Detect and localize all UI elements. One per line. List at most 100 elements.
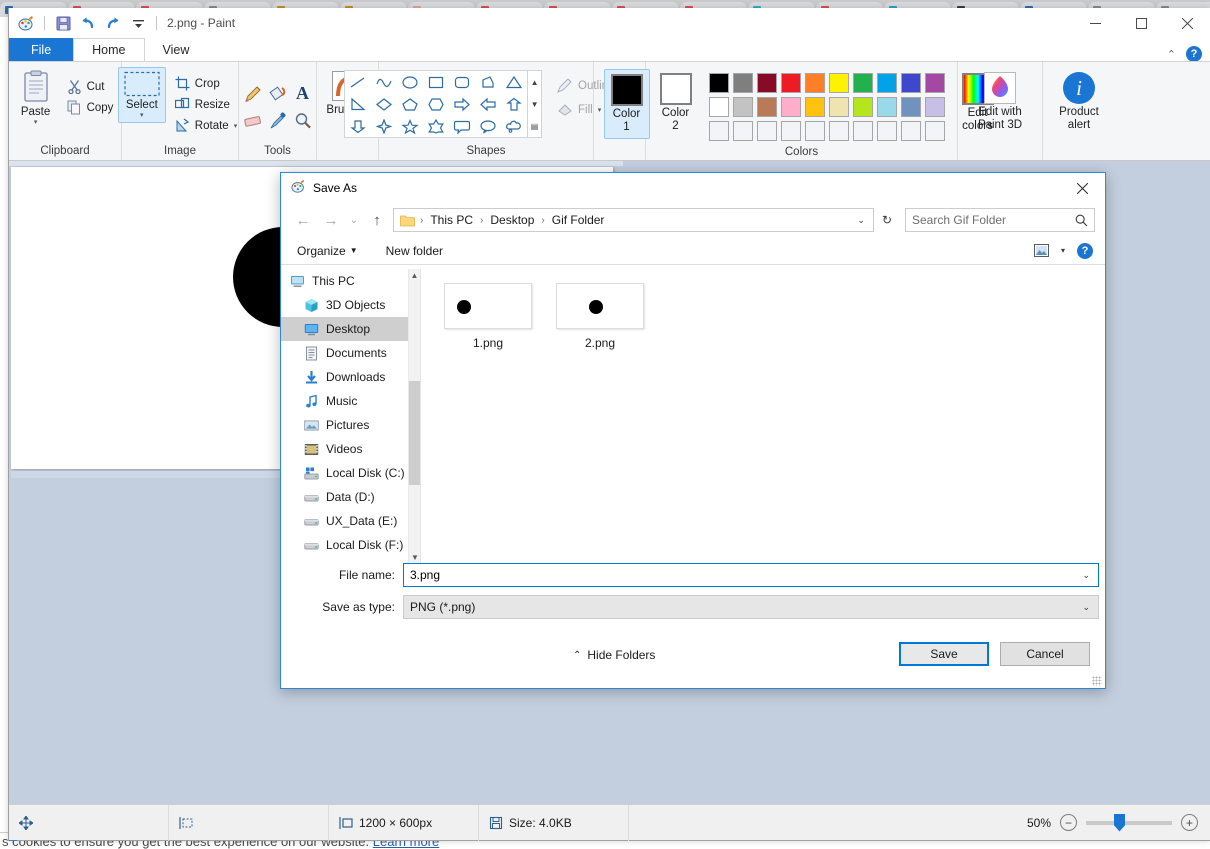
palette-swatch-2-2[interactable]	[733, 97, 753, 117]
breadcrumb-dropdown-icon[interactable]: ⌄	[851, 215, 871, 226]
shape-down-arrow[interactable]	[345, 115, 371, 137]
recent-locations-button[interactable]: ⌄	[347, 208, 361, 232]
navigation-pane[interactable]: This PC3D ObjectsDesktopDocumentsDownloa…	[281, 269, 421, 563]
dialog-title-bar[interactable]: Save As	[281, 173, 1105, 203]
breadcrumb-this-pc[interactable]: This PC	[428, 212, 475, 228]
palette-swatch-2-7[interactable]	[853, 97, 873, 117]
palette-swatch-3-10[interactable]	[925, 121, 945, 141]
undo-icon[interactable]	[79, 14, 97, 32]
navigation-tree[interactable]: This PC3D ObjectsDesktopDocumentsDownloa…	[281, 269, 420, 563]
palette-swatch-3-6[interactable]	[829, 121, 849, 141]
palette-swatch-2-4[interactable]	[781, 97, 801, 117]
paint-title-bar[interactable]: 2.png - Paint	[9, 8, 1210, 38]
organize-caret-icon[interactable]: ▼	[350, 246, 358, 255]
paste-button[interactable]: Paste ▾	[12, 67, 60, 129]
view-layout-icon[interactable]	[1034, 244, 1049, 257]
navigation-pane-scrollbar[interactable]: ▲ ▼	[408, 269, 420, 563]
nav-item-local-disk-c[interactable]: Local Disk (C:)	[281, 461, 420, 485]
select-button[interactable]: Select ▾	[118, 67, 166, 123]
file-list-view[interactable]: 1.png 2.png	[421, 269, 1105, 563]
filetype-select[interactable]: PNG (*.png) ⌄	[403, 595, 1099, 619]
up-one-level-button[interactable]: ↑	[365, 208, 389, 232]
palette-swatch-2-9[interactable]	[901, 97, 921, 117]
nav-item-music[interactable]: Music	[281, 389, 420, 413]
shape-right-triangle[interactable]	[345, 93, 371, 115]
shape-rounded-callout[interactable]	[449, 115, 475, 137]
palette-swatch-3-3[interactable]	[757, 121, 777, 141]
shape-line[interactable]	[345, 71, 371, 93]
product-alert-button[interactable]: i Product alert	[1053, 69, 1105, 135]
zoom-in-button[interactable]: +	[1181, 814, 1198, 831]
select-caret-icon[interactable]: ▾	[140, 111, 144, 119]
color-1-button[interactable]: Color 1	[604, 69, 650, 139]
ribbon-tab-row[interactable]: File Home View	[9, 38, 1210, 61]
dialog-help-icon[interactable]: ?	[1077, 243, 1093, 259]
palette-swatch-1-2[interactable]	[733, 73, 753, 93]
nav-item-data-d[interactable]: Data (D:)	[281, 485, 420, 509]
nav-scroll-up-icon[interactable]: ▲	[409, 269, 420, 281]
filename-dropdown-icon[interactable]: ⌄	[1078, 570, 1094, 581]
color-picker-icon[interactable]	[265, 107, 290, 134]
palette-swatch-1-6[interactable]	[829, 73, 849, 93]
zoom-slider[interactable]	[1086, 821, 1172, 825]
breadcrumb-gif-folder[interactable]: Gif Folder	[550, 212, 607, 228]
palette-swatch-3-8[interactable]	[877, 121, 897, 141]
palette-swatch-3-1[interactable]	[709, 121, 729, 141]
filetype-dropdown-icon[interactable]: ⌄	[1078, 602, 1094, 613]
resize-button[interactable]: Resize	[170, 95, 242, 114]
palette-swatch-1-5[interactable]	[805, 73, 825, 93]
view-layout-caret-icon[interactable]: ▾	[1061, 246, 1065, 255]
paste-caret-icon[interactable]: ▾	[34, 118, 38, 126]
shape-left-arrow[interactable]	[475, 93, 501, 115]
customize-qat-icon[interactable]	[129, 14, 147, 32]
nav-scroll-down-icon[interactable]: ▼	[409, 551, 421, 563]
rotate-button[interactable]: Rotate ▾	[170, 116, 242, 135]
collapse-ribbon-icon[interactable]: ⌃	[1167, 48, 1176, 61]
nav-item-videos[interactable]: Videos	[281, 437, 420, 461]
shapes-scroll-up-icon[interactable]: ▲	[528, 71, 541, 93]
shape-oval[interactable]	[397, 71, 423, 93]
dialog-close-button[interactable]	[1060, 173, 1105, 203]
address-breadcrumb-bar[interactable]: › This PC › Desktop › Gif Folder ⌄	[393, 208, 874, 232]
refresh-icon[interactable]: ↻	[878, 213, 896, 227]
shape-five-point-star[interactable]	[397, 115, 423, 137]
dialog-command-bar-right[interactable]: ▾ ?	[1034, 243, 1093, 259]
search-icon[interactable]	[1075, 214, 1088, 227]
palette-swatch-2-10[interactable]	[925, 97, 945, 117]
palette-swatch-2-8[interactable]	[877, 97, 897, 117]
dialog-resize-grip[interactable]	[1092, 676, 1102, 686]
edit-with-paint3d-button[interactable]: Edit with Paint 3D	[972, 69, 1028, 135]
save-icon[interactable]	[54, 14, 72, 32]
file-item[interactable]: 1.png	[443, 283, 533, 350]
fill-icon[interactable]	[265, 80, 290, 107]
file-item[interactable]: 2.png	[555, 283, 645, 350]
close-button[interactable]	[1164, 8, 1210, 38]
redo-icon[interactable]	[104, 14, 122, 32]
palette-swatch-3-5[interactable]	[805, 121, 825, 141]
maximize-button[interactable]	[1118, 8, 1164, 38]
navigation-scroll-thumb[interactable]	[409, 381, 421, 485]
shape-polygon[interactable]	[475, 71, 501, 93]
search-box[interactable]: Search Gif Folder	[905, 208, 1095, 232]
palette-swatch-1-8[interactable]	[877, 73, 897, 93]
palette-swatch-1-3[interactable]	[757, 73, 777, 93]
shape-rounded-rectangle[interactable]	[449, 71, 475, 93]
palette-swatch-2-3[interactable]	[757, 97, 777, 117]
shape-four-point-star[interactable]	[371, 115, 397, 137]
nav-item-ux-data-e[interactable]: UX_Data (E:)	[281, 509, 420, 533]
zoom-control[interactable]: 50% − +	[1027, 814, 1210, 831]
cancel-button[interactable]: Cancel	[1000, 642, 1090, 666]
palette-swatch-2-6[interactable]	[829, 97, 849, 117]
shape-oval-callout[interactable]	[475, 115, 501, 137]
palette-swatch-1-1[interactable]	[709, 73, 729, 93]
zoom-out-button[interactable]: −	[1060, 814, 1077, 831]
new-folder-button[interactable]: New folder	[382, 242, 447, 260]
forward-button[interactable]: →	[319, 208, 343, 232]
shape-up-arrow[interactable]	[501, 93, 527, 115]
shape-triangle[interactable]	[501, 71, 527, 93]
nav-item-downloads[interactable]: Downloads	[281, 365, 420, 389]
tab-file[interactable]: File	[9, 38, 73, 61]
tab-view[interactable]: View	[145, 38, 208, 61]
nav-item-pictures[interactable]: Pictures	[281, 413, 420, 437]
palette-swatch-3-7[interactable]	[853, 121, 873, 141]
